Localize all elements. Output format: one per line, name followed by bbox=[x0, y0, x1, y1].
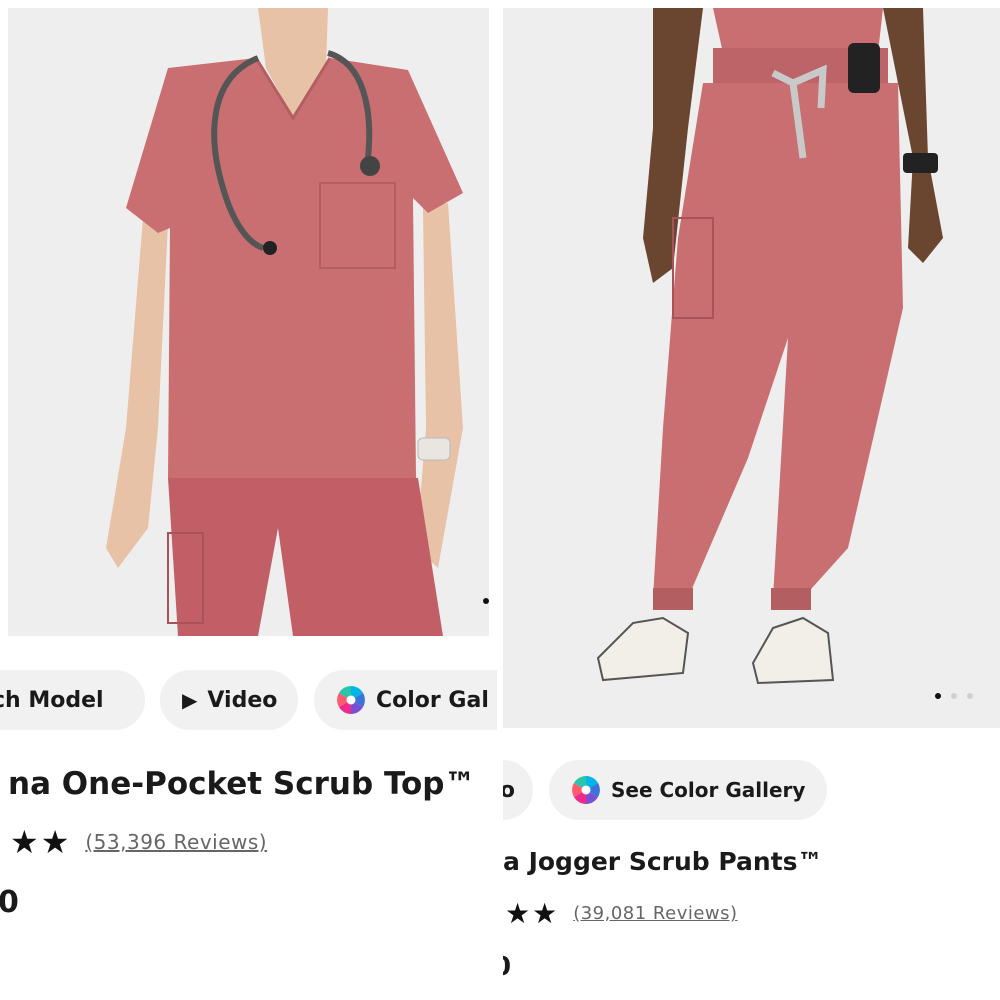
reviews-link[interactable]: (39,081 Reviews) bbox=[573, 903, 737, 924]
video-label-partial: o bbox=[503, 777, 515, 803]
video-label: Video bbox=[207, 687, 278, 713]
rating-row: ★★ (39,081 Reviews) bbox=[505, 897, 738, 930]
carousel-dot-1[interactable] bbox=[935, 693, 941, 699]
product-card-scrub-top: ch Model ▶ Video Color Gal na One-Pocket… bbox=[0, 0, 497, 1000]
product-image-jogger-pants[interactable] bbox=[503, 8, 1000, 728]
video-button[interactable]: o bbox=[503, 760, 533, 820]
match-model-button[interactable]: ch Model bbox=[0, 670, 145, 730]
product-image-scrub-top[interactable] bbox=[8, 8, 489, 636]
product-title[interactable]: na One-Pocket Scrub Top™ bbox=[8, 766, 475, 802]
price-text: 0 bbox=[0, 885, 19, 920]
see-color-gallery-button[interactable]: See Color Gallery bbox=[549, 760, 827, 820]
carousel-indicator bbox=[935, 693, 973, 699]
product-title[interactable]: a Jogger Scrub Pants™ bbox=[503, 847, 823, 876]
jogger-pants-illustration bbox=[503, 8, 1000, 728]
star-rating: ★★ bbox=[10, 823, 72, 861]
rating-row: ★★ (53,396 Reviews) bbox=[10, 823, 267, 861]
star-rating: ★★ bbox=[505, 897, 560, 930]
reviews-link[interactable]: (53,396 Reviews) bbox=[85, 830, 267, 854]
color-gallery-button[interactable]: Color Gal bbox=[314, 670, 497, 730]
product-card-jogger-pants: o See Color Gallery a Jogger Scrub Pants… bbox=[503, 0, 1000, 1000]
scrub-top-illustration bbox=[8, 8, 489, 636]
video-button[interactable]: ▶ Video bbox=[160, 670, 298, 730]
color-wheel-icon bbox=[337, 686, 365, 714]
carousel-indicator bbox=[483, 598, 489, 604]
match-model-label: ch Model bbox=[0, 687, 104, 713]
color-wheel-icon bbox=[572, 776, 600, 804]
play-icon: ▶ bbox=[182, 688, 198, 712]
carousel-dot-2[interactable] bbox=[951, 693, 957, 699]
carousel-dot[interactable] bbox=[483, 598, 489, 604]
carousel-dot-3[interactable] bbox=[967, 693, 973, 699]
price-text: 0 bbox=[503, 952, 511, 982]
color-gallery-label: Color Gal bbox=[376, 687, 489, 713]
see-color-gallery-label: See Color Gallery bbox=[611, 778, 806, 802]
